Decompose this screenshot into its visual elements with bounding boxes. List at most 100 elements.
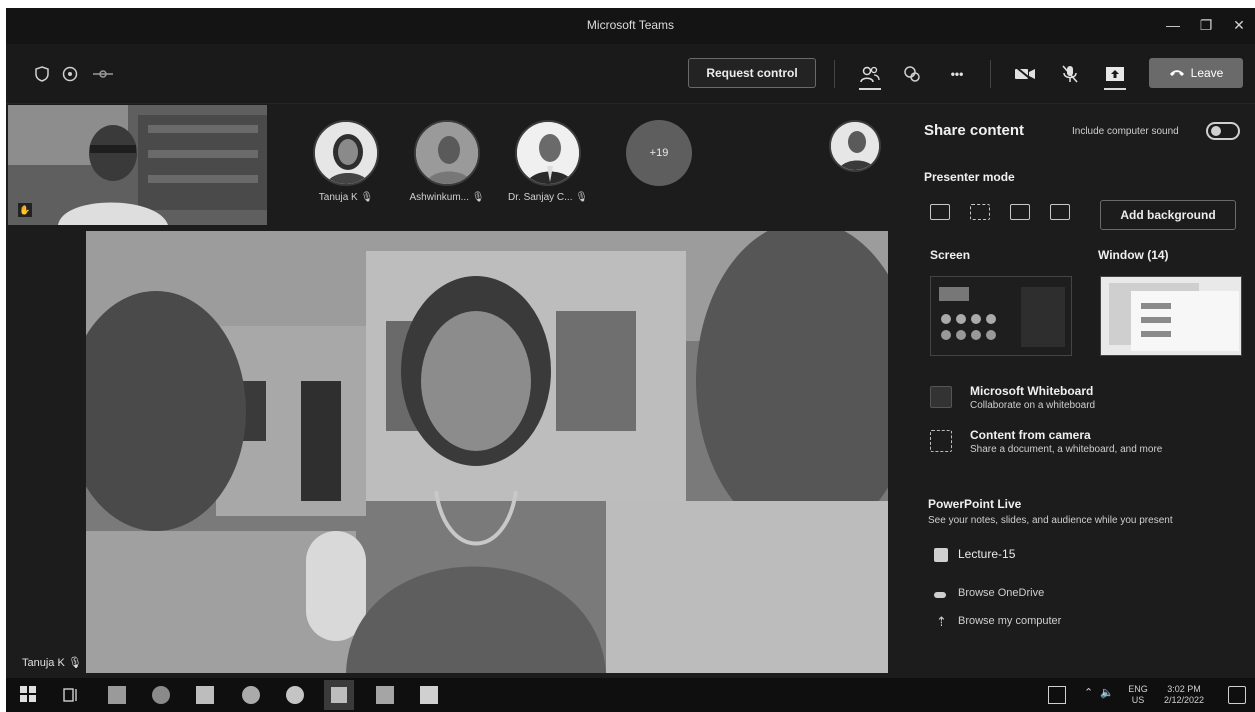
info-icon[interactable] xyxy=(60,64,80,84)
active-share-indicator xyxy=(1104,88,1126,90)
powerpoint-file-icon xyxy=(934,548,948,562)
participant-roster: Tanuja K 🎙 Ashwinkum... 🎙 Dr. Sanjay C..… xyxy=(276,108,916,218)
pdf-reader-icon[interactable] xyxy=(376,686,394,704)
recent-file-name: Lecture-15 xyxy=(958,547,1016,561)
volume-icon[interactable]: 🔈 xyxy=(1100,688,1114,699)
participants-icon[interactable] xyxy=(859,64,881,90)
share-screen-icon[interactable] xyxy=(1104,64,1126,90)
teams-taskbar-button[interactable] xyxy=(324,680,354,710)
more-participants-badge[interactable]: +19 xyxy=(626,120,692,186)
mic-off-icon: 🎙 xyxy=(471,192,485,203)
clock[interactable]: 3:02 PM 2/12/2022 xyxy=(1158,684,1210,706)
title-bar: Microsoft Teams — ❐ ✕ xyxy=(6,8,1255,44)
notifications-icon[interactable] xyxy=(1228,686,1246,704)
whiteboard-title: Microsoft Whiteboard xyxy=(970,384,1094,398)
leave-button[interactable]: Leave xyxy=(1149,58,1243,88)
speaker-name-label: Tanuja K 🎙 xyxy=(22,656,82,669)
meeting-toolbar: Request control ••• Leave xyxy=(6,44,1255,104)
avatar xyxy=(515,120,581,186)
file-explorer-icon[interactable] xyxy=(108,686,126,704)
participant-tile[interactable] xyxy=(810,120,900,172)
teams-window: Microsoft Teams — ❐ ✕ Request control ••… xyxy=(6,8,1255,712)
clock-time: 3:02 PM xyxy=(1167,684,1201,694)
camera-content-option[interactable]: Content from camera Share a document, a … xyxy=(930,428,1240,462)
upload-icon: ⇡ xyxy=(936,614,947,629)
reporter-icon[interactable] xyxy=(1050,204,1070,220)
toolbar-divider xyxy=(834,60,835,88)
powerpoint-live-title: PowerPoint Live xyxy=(928,497,1022,511)
content-only-icon[interactable] xyxy=(930,204,950,220)
share-panel-title: Share content xyxy=(924,122,1025,139)
request-control-button[interactable]: Request control xyxy=(688,58,816,88)
windows-taskbar: ⌃ 🔈 ENG US 3:02 PM 2/12/2022 xyxy=(6,678,1255,712)
chat-icon[interactable] xyxy=(902,64,922,84)
restore-icon[interactable]: ❐ xyxy=(1197,16,1215,34)
windows-start-icon[interactable] xyxy=(20,686,38,704)
participant-tile[interactable]: Tanuja K 🎙 xyxy=(301,120,391,203)
browse-computer-label: Browse my computer xyxy=(958,615,1062,627)
camera-content-icon xyxy=(930,430,952,452)
mic-off-icon: 🎙 xyxy=(575,192,588,203)
shield-icon[interactable] xyxy=(32,64,52,84)
whiteboard-subtitle: Collaborate on a whiteboard xyxy=(970,400,1096,411)
language-code: ENG xyxy=(1128,684,1148,694)
language-indicator[interactable]: ENG US xyxy=(1126,684,1150,706)
side-by-side-icon[interactable] xyxy=(1010,204,1030,220)
region-code: US xyxy=(1131,695,1145,705)
whiteboard-option[interactable]: Microsoft Whiteboard Collaborate on a wh… xyxy=(930,384,1240,418)
presenter-mode-label: Presenter mode xyxy=(924,170,1015,184)
mic-off-icon[interactable] xyxy=(1060,64,1080,84)
close-icon[interactable]: ✕ xyxy=(1230,16,1248,34)
cloud-icon xyxy=(934,592,946,598)
word-icon[interactable] xyxy=(420,686,438,704)
pin-icon[interactable] xyxy=(90,64,116,84)
minimize-icon[interactable]: — xyxy=(1164,16,1182,34)
leave-label: Leave xyxy=(1190,66,1224,80)
browse-onedrive-label: Browse OneDrive xyxy=(958,587,1045,599)
powerpoint-live-subtitle: See your notes, slides, and audience whi… xyxy=(928,515,1173,526)
chevron-up-icon[interactable]: ⌃ xyxy=(1084,688,1093,699)
mic-off-icon: 🎙 xyxy=(360,192,374,203)
screen-share-thumbnail[interactable] xyxy=(930,276,1072,356)
include-sound-label: Include computer sound xyxy=(1072,126,1179,137)
camera-content-subtitle: Share a document, a whiteboard, and more xyxy=(970,444,1163,455)
camera-content-title: Content from camera xyxy=(970,428,1091,442)
task-view-icon[interactable] xyxy=(62,686,80,704)
clock-date: 2/12/2022 xyxy=(1163,695,1205,705)
speaker-name: Tanuja K xyxy=(22,657,65,669)
avatar xyxy=(414,120,480,186)
active-tab-indicator xyxy=(859,88,881,90)
participant-name: Ashwinkum... xyxy=(409,192,469,203)
whiteboard-icon xyxy=(930,386,952,408)
screen-label: Screen xyxy=(930,248,971,262)
teams-icon xyxy=(331,687,347,703)
window-title: Microsoft Teams xyxy=(586,18,675,32)
more-options-button[interactable]: ••• xyxy=(944,64,970,84)
participant-tile[interactable]: Ashwinkum... 🎙 xyxy=(402,120,492,203)
recent-file-item[interactable]: Lecture-15 xyxy=(930,546,1240,566)
mic-off-icon: 🎙 xyxy=(67,657,82,669)
edge-browser-icon[interactable] xyxy=(152,686,170,704)
keyboard-tray-icon[interactable] xyxy=(1048,686,1066,704)
toolbar-divider xyxy=(990,60,991,88)
window-share-thumbnail[interactable] xyxy=(1100,276,1242,356)
add-background-button[interactable]: Add background xyxy=(1100,200,1236,230)
avatar xyxy=(313,120,379,186)
window-label: Window (14) xyxy=(1098,248,1169,262)
include-sound-toggle[interactable] xyxy=(1206,122,1240,140)
browse-computer-link[interactable]: ⇡ Browse my computer xyxy=(930,614,1240,632)
standout-icon[interactable] xyxy=(970,204,990,220)
camera-off-icon[interactable] xyxy=(1014,64,1036,84)
chrome-icon[interactable] xyxy=(242,686,260,704)
participant-tile[interactable]: Dr. Sanjay C... 🎙 xyxy=(503,120,593,203)
avatar xyxy=(829,120,881,172)
browse-onedrive-link[interactable]: Browse OneDrive xyxy=(930,587,1240,605)
self-video-tile[interactable]: ✋ xyxy=(8,105,267,225)
store-icon[interactable] xyxy=(196,686,214,704)
chrome-profile-icon[interactable] xyxy=(286,686,304,704)
participant-name: Tanuja K xyxy=(318,192,358,203)
hangup-icon xyxy=(1169,70,1184,76)
participant-name: Dr. Sanjay C... xyxy=(508,192,573,203)
hand-raised-icon: ✋ xyxy=(18,203,32,217)
main-video-stage[interactable] xyxy=(86,231,888,673)
